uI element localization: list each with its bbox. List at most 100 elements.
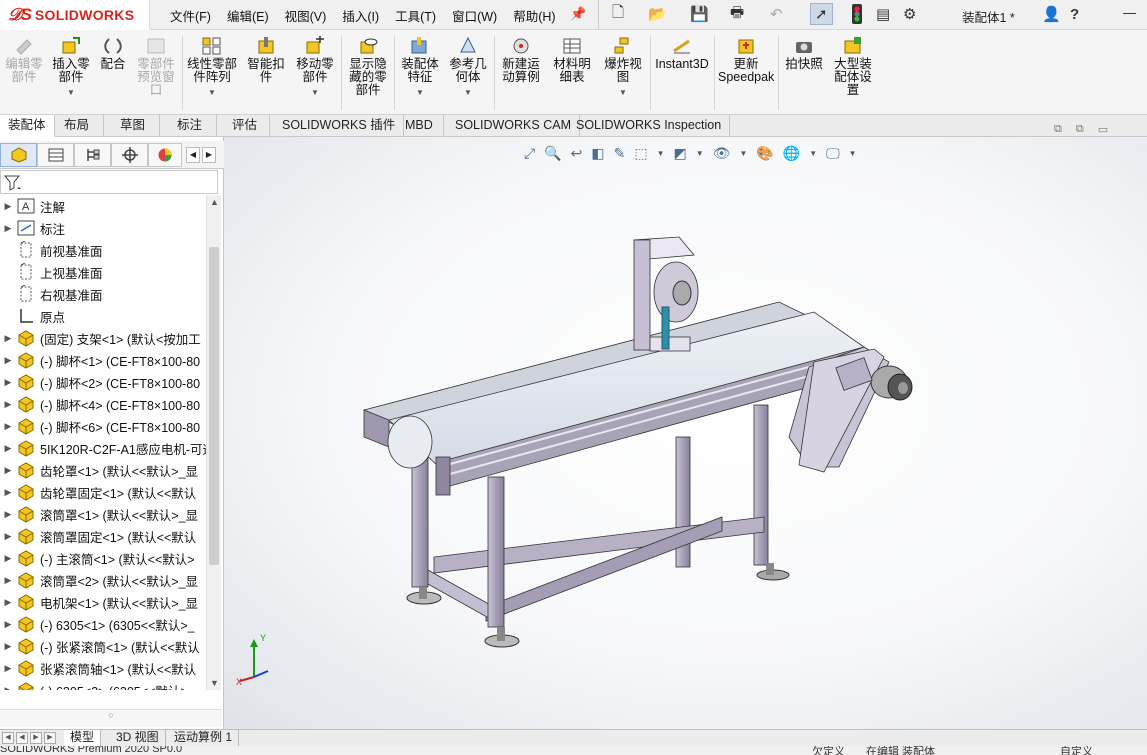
show-hidden-components-button[interactable]: 显示隐 藏的零 部件 xyxy=(345,36,391,97)
expand-arrow-icon[interactable]: ▶ xyxy=(0,333,16,344)
restore-right-icon[interactable]: ⧉ xyxy=(1076,123,1084,136)
select-pointer-icon[interactable]: ➚ xyxy=(810,3,833,25)
expand-arrow-icon[interactable]: ▶ xyxy=(0,685,16,691)
panel-scroll-right-icon[interactable]: ▶ xyxy=(202,147,216,163)
tree-item[interactable]: ▶ 电机架<1> (默认<<默认>_显 xyxy=(0,591,206,613)
rebuild-traffic-light-icon[interactable] xyxy=(852,3,862,25)
tree-item[interactable]: 前视基准面 xyxy=(0,239,206,261)
tab-markup[interactable]: 标注 xyxy=(163,115,218,137)
dimxpert-tab[interactable] xyxy=(111,143,148,167)
panel-scroll-left-icon[interactable]: ◀ xyxy=(186,147,200,163)
featuremanager-tab[interactable] xyxy=(0,143,37,167)
tab-mbd[interactable]: MBD xyxy=(395,115,444,137)
expand-arrow-icon[interactable]: ▶ xyxy=(0,531,16,542)
tree-item[interactable]: ▶ (-) 6305<2> (6305<<默认>_ xyxy=(0,679,206,690)
display-manager-tab[interactable] xyxy=(148,143,182,167)
tree-item[interactable]: 上视基准面 xyxy=(0,261,206,283)
linear-pattern-button[interactable]: 线性零部 件阵列 ▼ xyxy=(186,36,238,99)
tab-solidworks-addins[interactable]: SOLIDWORKS 插件 xyxy=(274,115,405,137)
prev-tab-icon[interactable]: ◀ xyxy=(16,732,28,744)
options-gear-icon[interactable]: ⚙ xyxy=(903,3,916,25)
mate-button[interactable]: 配合 xyxy=(98,36,128,71)
menu-view[interactable]: 视图(V) xyxy=(285,6,327,25)
tree-item[interactable]: ▶ (-) 张紧滚筒<1> (默认<<默认 xyxy=(0,635,206,657)
expand-arrow-icon[interactable]: ▶ xyxy=(0,619,16,630)
tree-horizontal-scrollbar[interactable]: ○ xyxy=(0,709,222,727)
expand-arrow-icon[interactable]: ▶ xyxy=(0,597,16,608)
insert-component-button[interactable]: 插入零 部件 ▼ xyxy=(50,36,92,99)
last-tab-icon[interactable]: ▶ xyxy=(44,732,56,744)
next-tab-icon[interactable]: ▶ xyxy=(30,732,42,744)
exploded-view-button[interactable]: 爆炸视 图 ▼ xyxy=(600,36,646,99)
tab-solidworks-inspection[interactable]: SOLIDWORKS Inspection xyxy=(568,115,731,137)
expand-arrow-icon[interactable]: ▶ xyxy=(0,487,16,498)
component-preview-button[interactable]: 零部件 预览窗 口 xyxy=(134,36,178,97)
expand-arrow-icon[interactable]: ▶ xyxy=(0,399,16,410)
conveyor-assembly-model[interactable] xyxy=(224,137,1147,729)
tree-filter[interactable] xyxy=(0,170,218,194)
tree-item[interactable]: ▶ 标注 xyxy=(0,217,206,239)
tree-item[interactable]: ▶ 5IK120R-C2F-A1感应电机-可逆 xyxy=(0,437,206,459)
tab-model[interactable]: 模型 xyxy=(64,730,102,746)
expand-arrow-icon[interactable]: ▶ xyxy=(0,377,16,388)
tab-evaluate[interactable]: 评估 xyxy=(220,115,271,137)
dropdown-arrow-icon[interactable]: ▼ xyxy=(292,86,338,99)
tree-item[interactable]: 原点 xyxy=(0,305,206,327)
tab-3d-view[interactable]: 3D 视图 xyxy=(110,730,166,746)
tree-item[interactable]: ▶ (-) 脚杯<4> (CE-FT8×100-80 xyxy=(0,393,206,415)
expand-arrow-icon[interactable]: ▶ xyxy=(0,465,16,476)
minimize-icon[interactable]: — xyxy=(1123,5,1136,20)
dropdown-arrow-icon[interactable]: ▼ xyxy=(50,86,92,99)
take-snapshot-button[interactable]: 拍快照 xyxy=(782,36,826,71)
reference-geometry-button[interactable]: 参考几 何体 ▼ xyxy=(446,36,490,99)
tree-scrollbar[interactable]: ▲ ▼ xyxy=(206,195,221,690)
tab-motion-study[interactable]: 运动算例 1 xyxy=(168,730,240,746)
save-icon[interactable]: 💾 xyxy=(690,3,709,25)
open-document-icon[interactable]: 📂 xyxy=(648,3,667,25)
scroll-up-icon[interactable]: ▲ xyxy=(210,197,219,207)
tab-layout[interactable]: 布局 xyxy=(50,115,105,137)
tree-item[interactable]: 右视基准面 xyxy=(0,283,206,305)
menu-help[interactable]: 帮助(H) xyxy=(513,6,555,25)
expand-arrow-icon[interactable]: ▶ xyxy=(0,663,16,674)
expand-arrow-icon[interactable]: ▶ xyxy=(0,641,16,652)
expand-arrow-icon[interactable]: ▶ xyxy=(0,443,16,454)
pin-menu-icon[interactable]: 📌 xyxy=(570,6,586,22)
tree-item[interactable]: ▶ (-) 脚杯<2> (CE-FT8×100-80 xyxy=(0,371,206,393)
tab-assembly[interactable]: 装配体 xyxy=(0,115,55,137)
new-document-icon[interactable]: 🗋 xyxy=(612,3,624,25)
tree-item[interactable]: ▶ (-) 主滚筒<1> (默认<<默认> xyxy=(0,547,206,569)
move-component-button[interactable]: 移动零 部件 ▼ xyxy=(292,36,338,99)
file-properties-icon[interactable]: ▤ xyxy=(876,3,890,25)
dropdown-arrow-icon[interactable]: ▼ xyxy=(398,86,442,99)
instant3d-button[interactable]: Instant3D xyxy=(654,36,710,71)
tree-item[interactable]: ▶ (-) 6305<1> (6305<<默认>_ xyxy=(0,613,206,635)
tree-item[interactable]: ▶ A 注解 xyxy=(0,195,206,217)
expand-arrow-icon[interactable]: ▶ xyxy=(0,553,16,564)
tab-solidworks-cam[interactable]: SOLIDWORKS CAM xyxy=(447,115,580,137)
propertymanager-tab[interactable] xyxy=(37,143,74,167)
configurationmanager-tab[interactable] xyxy=(74,143,111,167)
expand-arrow-icon[interactable]: ▶ xyxy=(0,509,16,520)
help-icon[interactable]: ? xyxy=(1070,3,1079,25)
new-motion-study-button[interactable]: 新建运 动算例 xyxy=(498,36,544,84)
edit-component-button[interactable]: 编辑零 部件 xyxy=(2,36,46,84)
print-icon[interactable]: 🖶 xyxy=(730,3,744,25)
expand-arrow-icon[interactable]: ▶ xyxy=(0,223,16,234)
smart-fasteners-button[interactable]: 智能扣 件 xyxy=(244,36,288,84)
menu-edit[interactable]: 编辑(E) xyxy=(227,6,269,25)
expand-arrow-icon[interactable]: ▶ xyxy=(0,201,16,212)
expand-arrow-icon[interactable]: ▶ xyxy=(0,421,16,432)
tree-item[interactable]: ▶ 齿轮罩<1> (默认<<默认>_显 xyxy=(0,459,206,481)
status-units[interactable]: 自定义 xyxy=(1060,746,1093,755)
menu-window[interactable]: 窗口(W) xyxy=(452,6,497,25)
undo-icon[interactable]: ↶ xyxy=(770,3,783,25)
assembly-features-button[interactable]: 装配体 特征 ▼ xyxy=(398,36,442,99)
menu-tools[interactable]: 工具(T) xyxy=(395,6,436,25)
scroll-down-icon[interactable]: ▼ xyxy=(210,678,219,688)
tab-sketch[interactable]: 草图 xyxy=(106,115,161,137)
expand-arrow-icon[interactable]: ▶ xyxy=(0,575,16,586)
restore-left-icon[interactable]: ⧉ xyxy=(1054,123,1062,136)
tree-item[interactable]: ▶ 滚筒罩<1> (默认<<默认>_显 xyxy=(0,503,206,525)
bill-of-materials-button[interactable]: 材料明 细表 xyxy=(550,36,594,84)
